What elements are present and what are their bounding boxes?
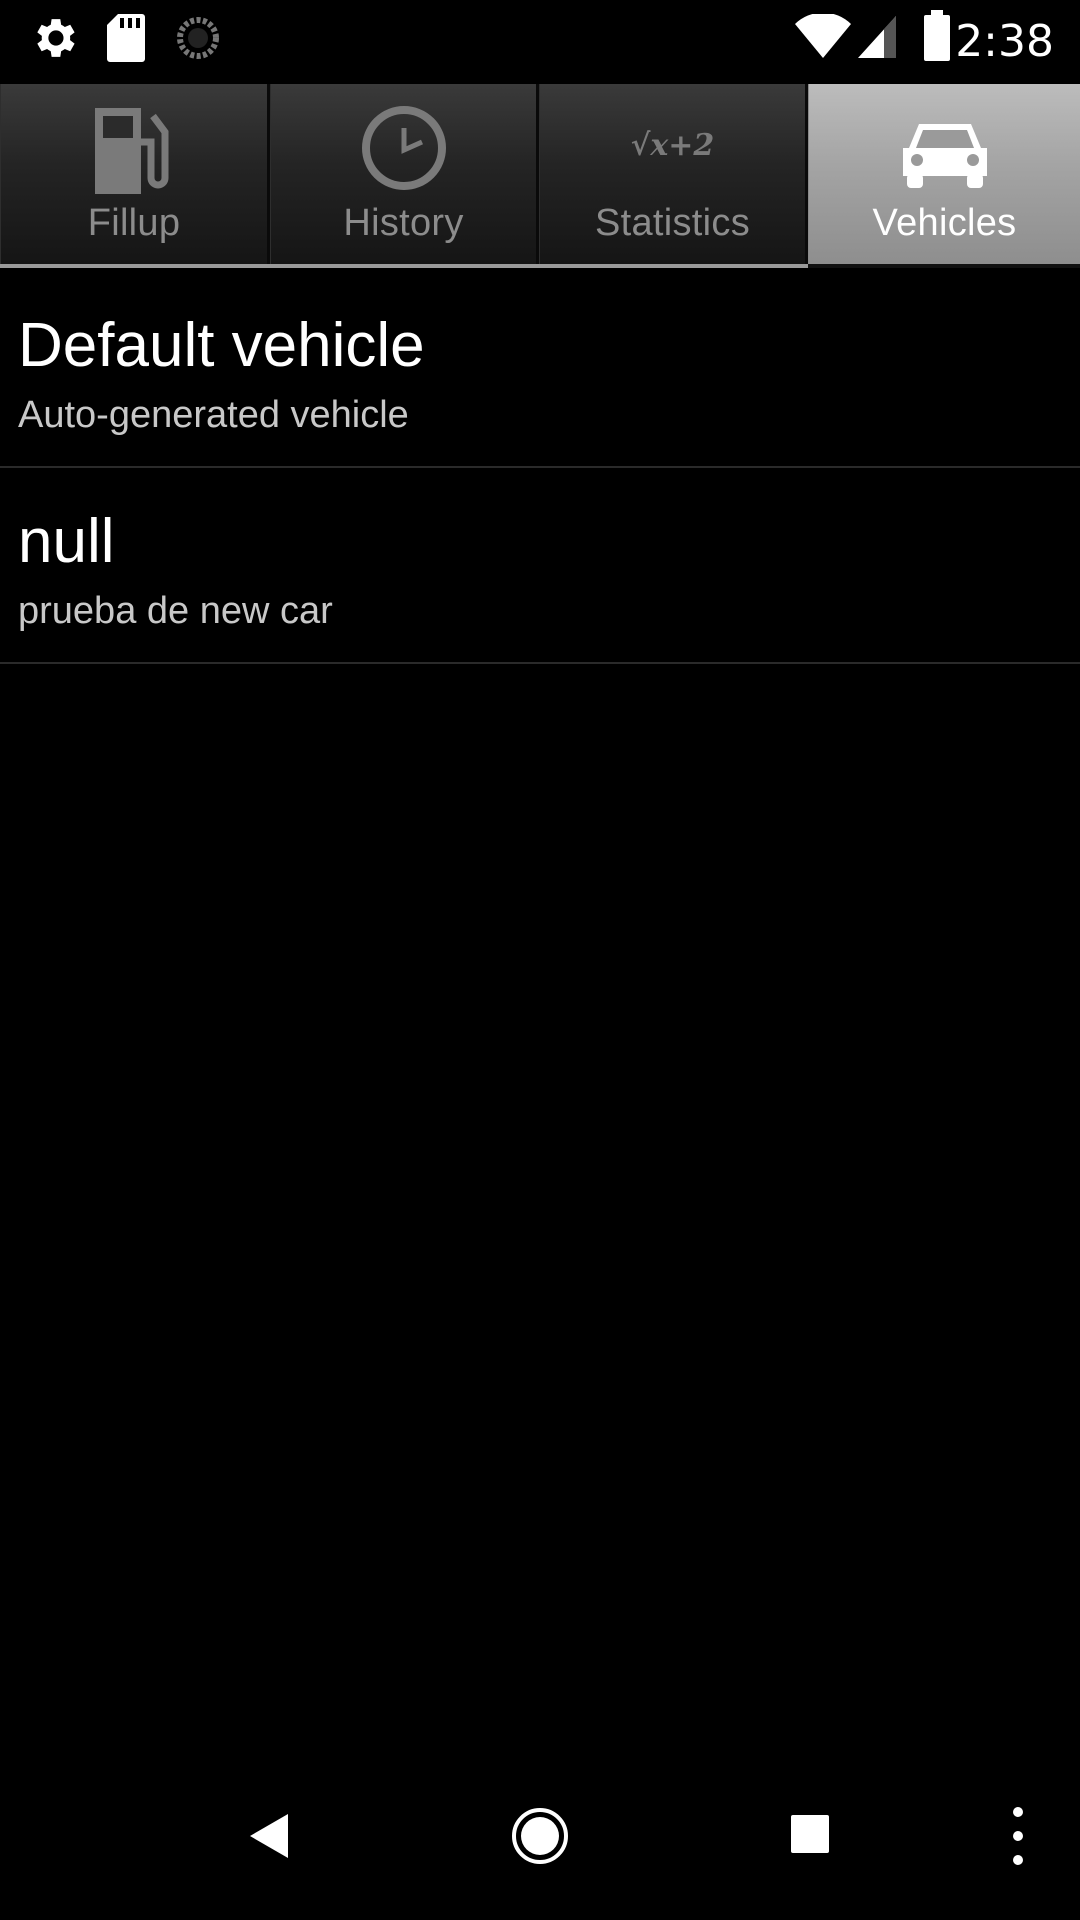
app-screen: 2:38 Fillup History √x+2 Statistics Vehi… [0,0,1080,1920]
tab-fillup[interactable]: Fillup [0,84,270,264]
vehicle-title: Default vehicle [18,311,425,380]
navigation-bar [0,1776,1080,1920]
vehicle-list-item[interactable]: null prueba de new car [0,468,1080,664]
formula-icon: √x+2 [630,128,715,163]
tab-history[interactable]: History [270,84,539,264]
more-options-icon[interactable] [1010,1806,1026,1866]
tab-underline [0,264,808,268]
tab-label: Fillup [87,202,181,244]
status-time: 2:38 [955,16,1054,67]
sync-icon [177,17,219,59]
tab-label: History [343,202,464,244]
car-icon [902,124,987,188]
vehicle-list-item[interactable]: Default vehicle Auto-generated vehicle [0,272,1080,468]
vehicle-title: null [18,507,115,576]
tab-vehicles[interactable]: Vehicles [808,84,1080,264]
battery-icon [924,10,950,61]
status-bar: 2:38 [0,0,1080,84]
home-icon[interactable] [510,1806,570,1866]
gear-icon [37,19,75,57]
tab-bar: Fillup History √x+2 Statistics Vehicles [0,84,1080,268]
back-icon[interactable] [248,1812,290,1860]
vehicle-subtitle: prueba de new car [18,590,333,632]
cell-signal-icon [858,16,896,58]
tab-label: Statistics [594,202,751,244]
clock-icon [361,106,446,190]
wifi-icon [795,14,851,58]
fuel-pump-icon [95,108,169,194]
vehicle-subtitle: Auto-generated vehicle [18,394,409,436]
sd-card-icon [107,14,145,62]
tab-label: Vehicles [872,202,1017,244]
tab-statistics[interactable]: √x+2 Statistics [539,84,808,264]
vehicle-list: Default vehicle Auto-generated vehicle n… [0,272,1080,664]
recents-icon[interactable] [790,1814,830,1854]
